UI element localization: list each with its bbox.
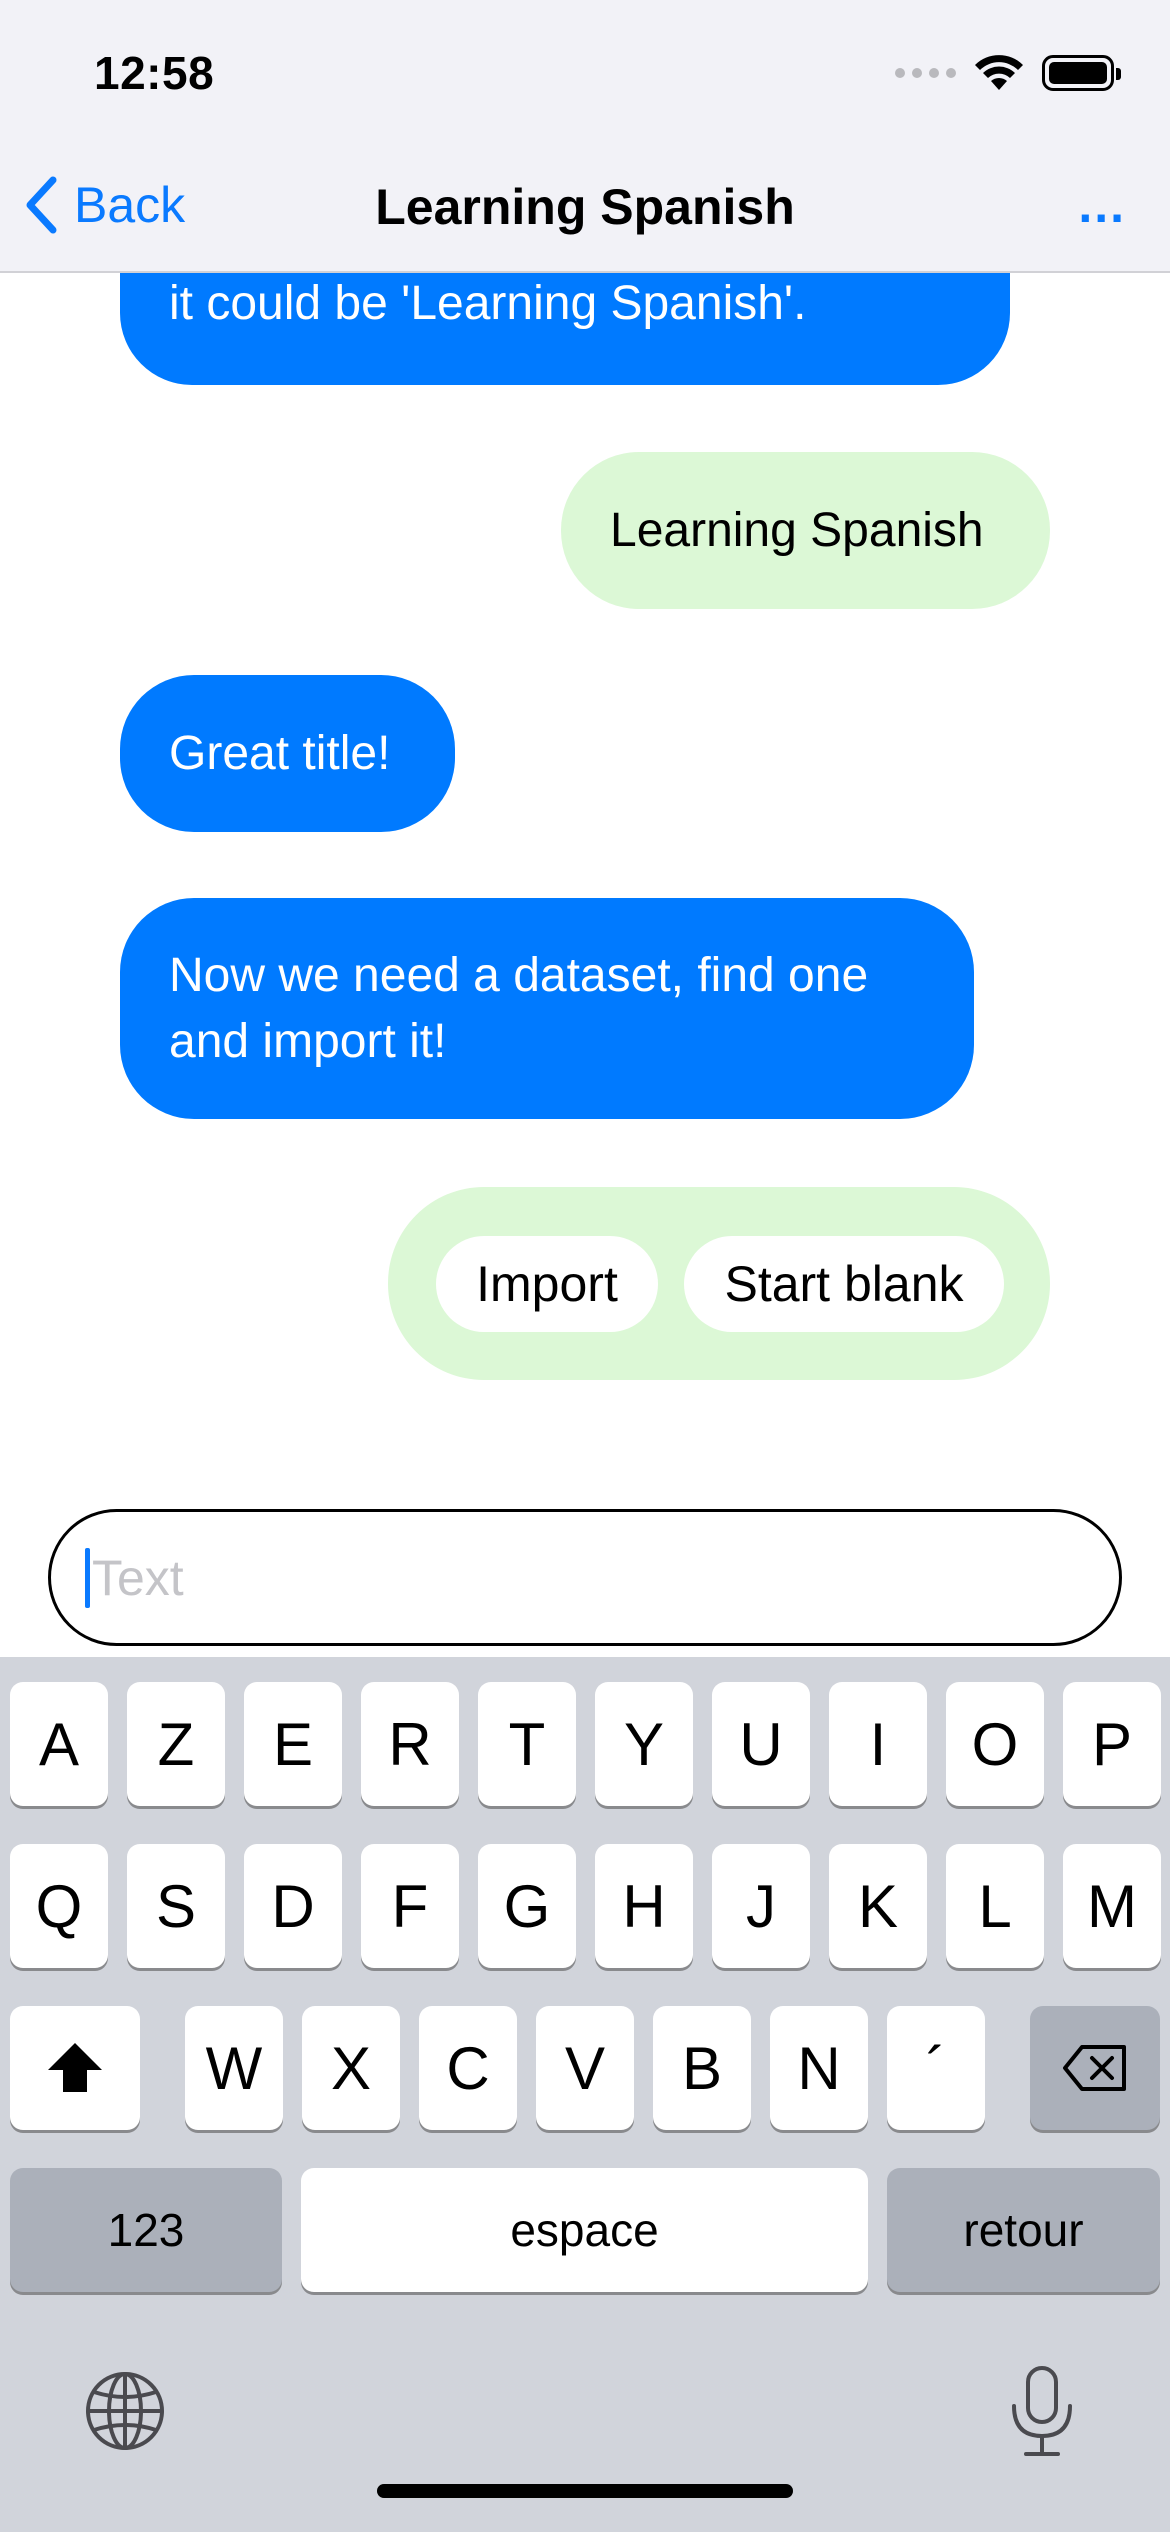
return-key[interactable]: retour [887,2168,1160,2292]
import-button[interactable]: Import [436,1235,658,1332]
text-caret [85,1547,90,1608]
key-e[interactable]: E [244,1682,342,1806]
cellular-signal-icon [895,68,956,78]
key-l[interactable]: L [946,1844,1044,1968]
microphone-icon[interactable] [1006,2364,1078,2460]
key-k[interactable]: K [829,1844,927,1968]
import-button-label: Import [476,1255,618,1312]
space-key[interactable]: espace [301,2168,868,2292]
globe-icon[interactable] [84,2370,166,2452]
message-text: Now we need a dataset, find one and impo… [169,948,869,1068]
message-text: Great title! [169,726,391,780]
message-text: Learning Spanish [610,503,984,557]
key-g[interactable]: G [478,1844,576,1968]
key-v[interactable]: V [536,2006,634,2130]
key-j[interactable]: J [712,1844,810,1968]
battery-icon [1042,55,1121,91]
status-time: 12:58 [94,47,215,99]
status-indicators [895,54,1121,92]
page-title: Learning Spanish [375,179,795,235]
bot-message: Great title! [120,675,455,832]
key-a[interactable]: A [10,1682,108,1806]
key-i[interactable]: I [829,1682,927,1806]
keyboard: A Z E R T Y U I O P Q S D F G H J K L M … [0,1657,1170,2532]
numbers-key[interactable]: 123 [10,2168,282,2292]
wifi-icon [975,55,1023,90]
backspace-icon [1063,2045,1126,2091]
message-text: it could be 'Learning Spanish'. [169,277,807,330]
home-indicator [377,2484,793,2498]
key-y[interactable]: Y [595,1682,693,1806]
shift-key[interactable] [10,2006,140,2130]
message-input[interactable]: Text [48,1509,1122,1646]
bot-message: Now we need a dataset, find one and impo… [120,898,974,1119]
start-blank-button-label: Start blank [724,1255,964,1312]
key-n[interactable]: N [770,2006,868,2130]
key-w[interactable]: W [185,2006,283,2130]
key-u[interactable]: U [712,1682,810,1806]
key-q[interactable]: Q [10,1844,108,1968]
key-d[interactable]: D [244,1844,342,1968]
key-r[interactable]: R [361,1682,459,1806]
key-p[interactable]: P [1063,1682,1161,1806]
more-button[interactable]: ... [1078,176,1126,234]
key-s[interactable]: S [127,1844,225,1968]
reply-options: Import Start blank [388,1187,1050,1380]
key-h[interactable]: H [595,1844,693,1968]
key-o[interactable]: O [946,1682,1044,1806]
key-b[interactable]: B [653,2006,751,2130]
start-blank-button[interactable]: Start blank [684,1235,1004,1332]
key-z[interactable]: Z [127,1682,225,1806]
key-c[interactable]: C [419,2006,517,2130]
user-message: Learning Spanish [561,452,1050,609]
key-m[interactable]: M [1063,1844,1161,1968]
input-placeholder: Text [92,1549,184,1606]
key-f[interactable]: F [361,1844,459,1968]
top-bar: 12:58 Back Learning Spanish ... [0,0,1170,273]
delete-key[interactable] [1030,2006,1160,2130]
key-t[interactable]: T [478,1682,576,1806]
key-x[interactable]: X [302,2006,400,2130]
key-acute-accent[interactable]: ´ [887,2006,985,2130]
shift-icon [48,2043,102,2092]
